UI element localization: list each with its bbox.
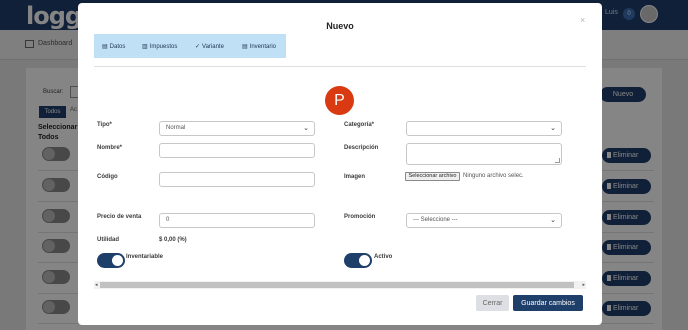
product-avatar: P (325, 86, 354, 115)
new-product-modal: Nuevo × ▤ Datos ▥ Impuestos ✓ Variante ▤ Inv… (78, 3, 602, 325)
list-icon: ▤ (242, 44, 248, 50)
modal-tabs: ▤ Datos ▥ Impuestos ✓ Variante ▤ Inventario (94, 34, 286, 58)
save-changes-button[interactable]: Guardar cambios (513, 295, 583, 311)
descripcion-label: Descripción (344, 145, 379, 151)
activo-label: Activo (374, 254, 393, 260)
tab-variante[interactable]: ✓ Variante (195, 43, 224, 50)
tipo-label: Tipo* (97, 122, 112, 128)
chevron-down-icon: ⌄ (550, 125, 556, 132)
file-select-button[interactable]: Seleccionar archivo (405, 172, 460, 181)
chevron-down-icon: ⌄ (303, 125, 309, 132)
promocion-select[interactable]: --- Seleccione --- ⌄ (406, 213, 562, 228)
codigo-input[interactable] (159, 172, 315, 187)
tab-datos-label: Datos (109, 44, 126, 50)
bank-icon: ▥ (142, 44, 148, 50)
file-status: Ninguno archivo selec. (463, 173, 524, 179)
inventariable-toggle[interactable] (97, 253, 125, 268)
modal-title: Nuevo (326, 21, 354, 31)
utilidad-value: $ 0,00 (%) (159, 237, 187, 243)
tabs-divider (94, 66, 586, 67)
imagen-label: Imagen (344, 174, 366, 180)
descripcion-textarea[interactable] (406, 143, 562, 165)
close-icon[interactable]: × (580, 15, 585, 25)
inventariable-label: Inventariable (126, 254, 164, 260)
check-icon: ✓ (195, 44, 201, 50)
precio-label: Precio de venta (97, 214, 142, 220)
categoria-label: Categoría* (344, 122, 375, 128)
tab-impuestos-label: Impuestos (149, 44, 178, 50)
close-button[interactable]: Cerrar (476, 295, 509, 311)
nombre-label: Nombre* (97, 145, 123, 151)
activo-toggle[interactable] (344, 253, 372, 268)
codigo-label: Código (97, 174, 118, 180)
nombre-input[interactable] (159, 143, 315, 158)
tab-datos[interactable]: ▤ Datos (102, 43, 125, 50)
tipo-value: Normal (166, 125, 186, 131)
utilidad-label: Utilidad (97, 237, 119, 243)
horizontal-scrollbar[interactable]: ◂ ▸ (94, 281, 586, 289)
chevron-down-icon: ⌄ (550, 217, 556, 224)
tab-inventario[interactable]: ▤ Inventario (242, 43, 276, 50)
tab-inventario-label: Inventario (249, 44, 277, 50)
tab-variante-label: Variante (202, 44, 224, 50)
tipo-select[interactable]: Normal ⌄ (159, 121, 315, 136)
promocion-label: Promoción (344, 214, 376, 220)
scroll-left-icon[interactable]: ◂ (95, 282, 98, 288)
scroll-right-icon[interactable]: ▸ (582, 282, 585, 288)
promocion-value: --- Seleccione --- (413, 217, 458, 223)
tab-impuestos[interactable]: ▥ Impuestos (142, 43, 177, 50)
categoria-select[interactable]: ⌄ (406, 121, 562, 136)
table-icon: ▤ (102, 44, 108, 50)
scrollbar-thumb[interactable] (100, 282, 574, 288)
precio-input[interactable]: 0 (159, 213, 315, 228)
